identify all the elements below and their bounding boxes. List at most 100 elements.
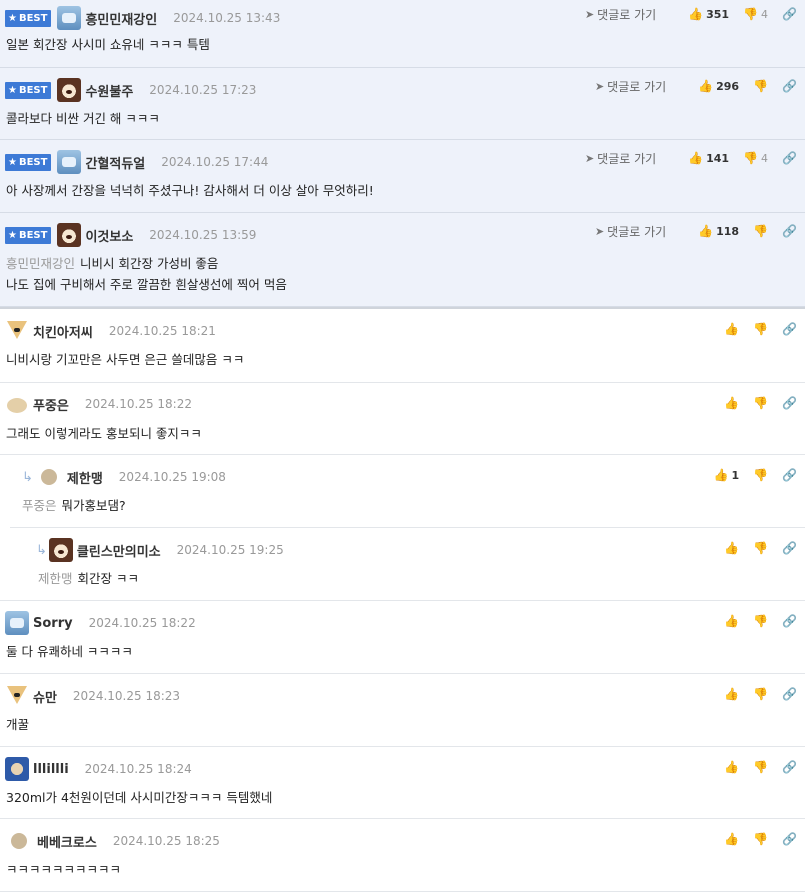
link-button[interactable]: 🔗: [782, 614, 797, 628]
timestamp: 2024.10.25 18:24: [84, 762, 192, 776]
nickname[interactable]: 슈만: [33, 687, 57, 706]
avatar[interactable]: [5, 684, 29, 708]
reply-arrow-icon: ↳: [22, 469, 33, 485]
link-button[interactable]: 🔗: [782, 687, 797, 701]
downvote-button[interactable]: 👎: [753, 224, 768, 238]
downvote-button[interactable]: 👎: [753, 760, 768, 774]
upvote-button[interactable]: 👍 351: [688, 7, 729, 21]
thumbs-up-icon: 👍: [724, 687, 740, 701]
link-button[interactable]: 🔗: [782, 832, 797, 846]
star-icon: ★: [8, 156, 17, 168]
nickname[interactable]: 푸중은: [33, 395, 69, 414]
upvote-button[interactable]: 👍: [724, 396, 739, 410]
goto-comment-link[interactable]: ➤ 댓글로 가기: [585, 150, 656, 167]
thumbs-down-icon: 👎: [753, 614, 769, 628]
comment: Sorry 2024.10.25 18:22 👍 👎 🔗 둘 다 유쾌하네 ㅋㅋ…: [0, 601, 805, 674]
downvote-button[interactable]: 👎: [753, 614, 768, 628]
link-icon: 🔗: [782, 224, 797, 238]
avatar[interactable]: [5, 392, 29, 416]
thumbs-down-icon: 👎: [753, 760, 769, 774]
upvote-button[interactable]: 👍: [724, 832, 739, 846]
nickname[interactable]: 치킨아저씨: [33, 322, 93, 341]
timestamp: 2024.10.25 17:23: [149, 83, 257, 97]
avatar[interactable]: [5, 611, 29, 635]
timestamp: 2024.10.25 18:22: [88, 616, 196, 630]
avatar[interactable]: [57, 150, 82, 174]
comment-text: 니비시랑 기꼬만은 사두면 은근 쓸데많음 ㅋㅋ: [6, 352, 245, 367]
goto-comment-link[interactable]: ➤ 댓글로 가기: [595, 223, 666, 240]
timestamp: 2024.10.25 13:59: [149, 228, 257, 242]
reply-comment: ↳ 제한맹 2024.10.25 19:08 👍 1 👎 🔗 푸중은 뭐가홍보댐?: [10, 455, 805, 528]
link-button[interactable]: 🔗: [782, 541, 797, 555]
link-icon: 🔗: [782, 687, 797, 701]
downvote-button[interactable]: 👎: [753, 468, 768, 482]
downvote-button[interactable]: 👎: [753, 396, 768, 410]
upvote-button[interactable]: 👍 296: [698, 79, 739, 93]
avatar[interactable]: [11, 833, 27, 849]
link-button[interactable]: 🔗: [782, 468, 797, 482]
avatar[interactable]: [57, 223, 82, 247]
thumbs-up-icon: 👍: [713, 468, 729, 482]
upvote-button[interactable]: 👍 118: [698, 224, 739, 238]
nickname[interactable]: 흥민민재강인: [85, 9, 157, 28]
nickname[interactable]: Sorry: [33, 616, 73, 631]
upvote-button[interactable]: 👍: [724, 614, 739, 628]
avatar[interactable]: [57, 6, 82, 30]
link-button[interactable]: 🔗: [782, 760, 797, 774]
downvote-button[interactable]: 👎: [753, 832, 768, 846]
upvote-button[interactable]: 👍 1: [713, 468, 739, 482]
nickname[interactable]: 클린스만의미소: [77, 541, 161, 560]
navigate-arrow-icon: ➤: [594, 224, 605, 238]
downvote-button[interactable]: 👎: [753, 541, 768, 555]
thumbs-down-icon: 👎: [743, 151, 759, 165]
link-button[interactable]: 🔗: [782, 224, 797, 238]
nickname[interactable]: 수원불주: [85, 81, 133, 100]
comment-text: 그래도 이렇게라도 홍보되니 좋지ㅋㅋ: [6, 426, 202, 441]
best-badge: ★ BEST: [5, 226, 52, 244]
comment: 치킨아저씨 2024.10.25 18:21 👍 👎 🔗 니비시랑 기꼬만은 사…: [0, 309, 805, 383]
link-button[interactable]: 🔗: [782, 396, 797, 410]
thumbs-up-icon: 👍: [688, 151, 704, 165]
upvote-button[interactable]: 👍 141: [688, 151, 729, 165]
link-button[interactable]: 🔗: [782, 151, 797, 165]
nickname[interactable]: 제한맹: [67, 468, 103, 487]
reply-mention[interactable]: 푸중은: [22, 498, 57, 513]
comment-text: 일본 회간장 사시미 쇼유네 ㅋㅋㅋ 특템: [6, 37, 210, 52]
upvote-button[interactable]: 👍: [724, 322, 739, 336]
downvote-button[interactable]: 👎: [753, 687, 768, 701]
upvote-button[interactable]: 👍: [724, 541, 739, 555]
timestamp: 2024.10.25 19:25: [176, 543, 284, 557]
reply-mention[interactable]: 흥민민재강인: [6, 256, 75, 271]
avatar[interactable]: [5, 757, 29, 781]
thumbs-up-icon: 👍: [724, 396, 740, 410]
nickname[interactable]: lllillli: [33, 762, 69, 777]
link-button[interactable]: 🔗: [782, 7, 797, 21]
upvote-button[interactable]: 👍: [724, 687, 739, 701]
downvote-button[interactable]: 👎: [753, 79, 768, 93]
avatar[interactable]: [48, 538, 73, 562]
downvote-button[interactable]: 👎 4: [743, 151, 768, 165]
nickname[interactable]: 이것보소: [85, 226, 133, 245]
nickname[interactable]: 간혈적듀얼: [85, 153, 145, 172]
comment: 슈만 2024.10.25 18:23 👍 👎 🔗 개꿀: [0, 674, 805, 747]
reply-mention[interactable]: 제한맹: [38, 571, 73, 586]
upvote-button[interactable]: 👍: [724, 760, 739, 774]
avatar[interactable]: [57, 78, 82, 102]
star-icon: ★: [8, 229, 17, 241]
avatar[interactable]: [5, 319, 29, 343]
navigate-arrow-icon: ➤: [594, 79, 605, 93]
star-icon: ★: [8, 84, 17, 96]
nickname[interactable]: 베베크로스: [37, 832, 97, 851]
downvote-button[interactable]: 👎 4: [743, 7, 768, 21]
link-icon: 🔗: [782, 7, 797, 21]
goto-comment-link[interactable]: ➤ 댓글로 가기: [595, 78, 666, 95]
avatar[interactable]: [40, 469, 57, 485]
link-button[interactable]: 🔗: [782, 79, 797, 93]
link-button[interactable]: 🔗: [782, 322, 797, 336]
star-icon: ★: [8, 12, 17, 24]
goto-comment-link[interactable]: ➤ 댓글로 가기: [585, 6, 656, 23]
thumbs-down-icon: 👎: [743, 7, 759, 21]
thumbs-down-icon: 👎: [753, 832, 769, 846]
downvote-button[interactable]: 👎: [753, 322, 768, 336]
thumbs-up-icon: 👍: [724, 832, 740, 846]
